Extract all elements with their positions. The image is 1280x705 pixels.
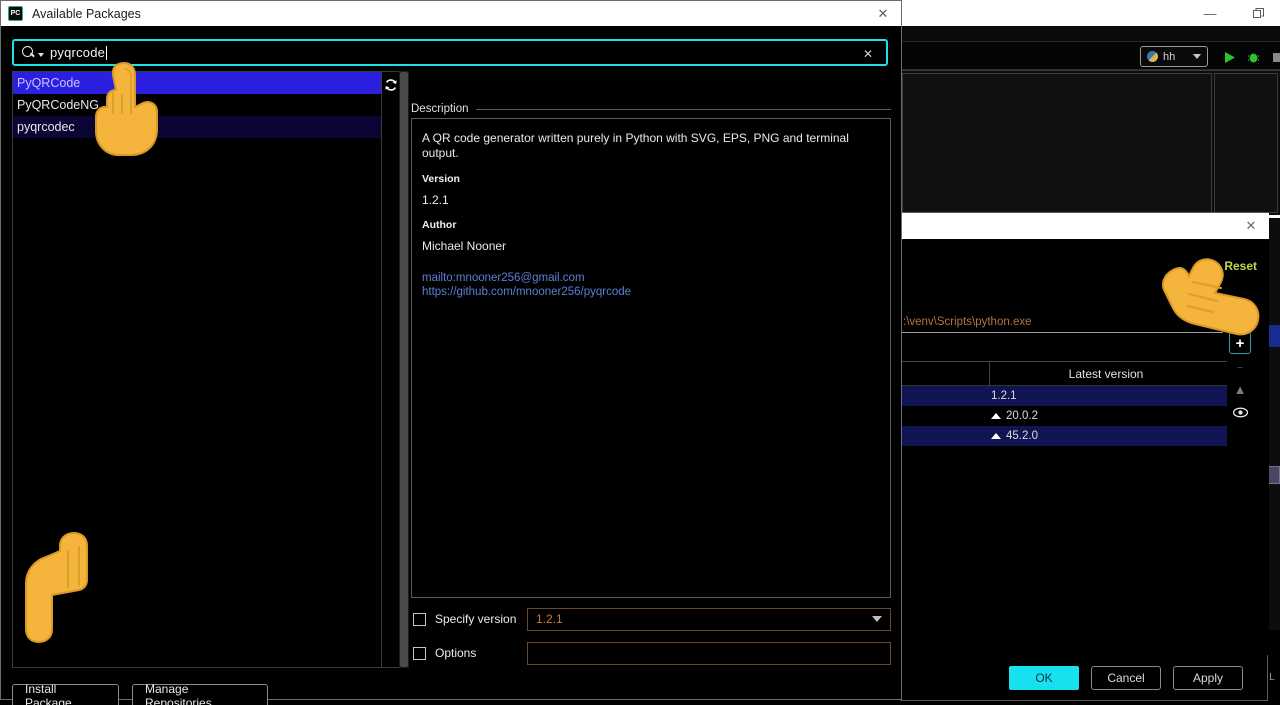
scrollbar-thumb[interactable] xyxy=(400,72,408,667)
package-summary: A QR code generator written purely in Py… xyxy=(422,131,880,161)
close-icon[interactable]: ✕ xyxy=(1241,217,1261,235)
reset-link[interactable]: Reset xyxy=(1224,259,1257,273)
version-select[interactable]: 1.2.1 xyxy=(527,608,891,631)
interpreter-row: :\venv\Scripts\python.exe xyxy=(901,311,1269,335)
ide-editor-pane[interactable] xyxy=(902,73,1212,213)
options-checkbox[interactable] xyxy=(413,647,426,660)
version-text: 1.2.1 xyxy=(991,390,1017,402)
minimize-icon[interactable]: — xyxy=(1190,0,1230,26)
installed-packages-table: Latest version 1.2.1 20.0.2 45.2.0 xyxy=(901,361,1227,653)
version-label: Version xyxy=(422,173,880,185)
maximize-icon[interactable] xyxy=(1238,0,1278,26)
search-input[interactable]: pyqrcode ✕ xyxy=(12,39,888,66)
add-package-icon[interactable]: + xyxy=(1229,332,1251,354)
version-cell: 20.0.2 xyxy=(991,410,1038,422)
options-input[interactable] xyxy=(527,642,891,665)
available-packages-dialog: PC Available Packages ✕ pyqrcode ✕ PyQRC… xyxy=(0,0,902,700)
description-group: Description A QR code generator written … xyxy=(411,102,891,598)
ok-button[interactable]: OK xyxy=(1009,666,1079,690)
options-row: Options xyxy=(413,641,891,665)
ide-title-bar: — xyxy=(900,0,1280,26)
settings-body: Reset :\venv\Scripts\python.exe Latest v… xyxy=(901,239,1269,653)
package-list-scrollbar[interactable] xyxy=(399,71,409,668)
version-text: 20.0.2 xyxy=(1006,410,1038,422)
list-item[interactable]: PyQRCodeNG xyxy=(13,94,381,116)
package-name: pyqrcodec xyxy=(17,120,75,134)
dialog-body: pyqrcode ✕ PyQRCode PyQRCodeNG pyqrcodec D… xyxy=(1,26,901,699)
package-list[interactable]: PyQRCode PyQRCodeNG pyqrcodec xyxy=(12,71,382,668)
pycharm-logo-icon: PC xyxy=(8,6,23,21)
table-row[interactable]: 20.0.2 xyxy=(901,406,1227,426)
upgrade-available-icon xyxy=(991,413,1001,419)
legend-divider xyxy=(476,109,891,110)
run-icon[interactable] xyxy=(1220,48,1238,66)
ide-menu-bar xyxy=(900,26,1280,42)
author-label: Author xyxy=(422,219,880,231)
description-legend-label: Description xyxy=(411,103,469,115)
package-link[interactable]: mailto:mnooner256@gmail.com xyxy=(422,271,880,285)
list-item[interactable]: pyqrcodec xyxy=(13,116,381,138)
project-interpreter-dialog: ✕ Reset :\venv\Scripts\python.exe Latest… xyxy=(900,212,1268,652)
author-value: Michael Nooner xyxy=(422,239,880,253)
version-cell: 1.2.1 xyxy=(991,390,1017,402)
package-actions-toolbar: + − ▲ xyxy=(1228,332,1252,432)
refresh-column xyxy=(382,71,399,668)
install-package-button[interactable]: Install Package xyxy=(12,684,119,705)
manage-repositories-button[interactable]: Manage Repositories xyxy=(132,684,268,705)
upgrade-package-icon[interactable]: ▲ xyxy=(1229,378,1251,400)
table-row[interactable]: 1.2.1 xyxy=(901,386,1227,406)
gear-icon[interactable] xyxy=(1227,311,1249,333)
text-caret xyxy=(106,46,107,60)
specify-version-row: Specify version 1.2.1 xyxy=(413,607,891,631)
description-box: A QR code generator written purely in Py… xyxy=(411,118,891,598)
ide-toolbar: hh xyxy=(900,42,1280,70)
interpreter-path-field[interactable]: :\venv\Scripts\python.exe xyxy=(901,311,1223,333)
screen: — hh n xyxy=(0,0,1280,705)
column-header-latest-version[interactable]: Latest version xyxy=(901,362,1227,386)
chevron-down-icon xyxy=(1193,54,1201,59)
specify-version-label: Specify version xyxy=(435,612,527,626)
package-links: mailto:mnooner256@gmail.comhttps://githu… xyxy=(422,271,880,300)
cancel-button[interactable]: Cancel xyxy=(1091,666,1161,690)
dialog-title: Available Packages xyxy=(32,7,141,21)
version-cell: 45.2.0 xyxy=(991,430,1038,442)
show-early-releases-icon[interactable] xyxy=(1229,400,1251,424)
chevron-down-icon xyxy=(872,616,882,622)
debug-icon[interactable] xyxy=(1244,48,1262,66)
table-header: Latest version xyxy=(901,362,1227,386)
clear-search-icon[interactable]: ✕ xyxy=(860,46,876,62)
package-name: PyQRCodeNG xyxy=(17,98,99,112)
specify-version-checkbox[interactable] xyxy=(413,613,426,626)
options-label: Options xyxy=(435,646,527,660)
version-text: 45.2.0 xyxy=(1006,430,1038,442)
ide-side-pane xyxy=(1214,73,1278,213)
remove-package-icon[interactable]: − xyxy=(1229,358,1251,378)
run-config-label: hh xyxy=(1163,51,1175,63)
list-item[interactable]: PyQRCode xyxy=(13,72,381,94)
table-row[interactable]: 45.2.0 xyxy=(901,426,1227,446)
refresh-icon[interactable] xyxy=(383,77,398,92)
settings-title-bar: ✕ xyxy=(901,213,1269,239)
upgrade-available-icon xyxy=(991,433,1001,439)
settings-footer: OK Cancel Apply xyxy=(900,655,1268,701)
apply-button[interactable]: Apply xyxy=(1173,666,1243,690)
stop-icon[interactable] xyxy=(1268,48,1280,66)
run-configuration-selector[interactable]: hh xyxy=(1140,46,1208,67)
chevron-down-icon xyxy=(38,53,44,57)
ide-selection-chip xyxy=(1268,325,1280,347)
python-icon xyxy=(1147,51,1158,62)
dialog-title-bar: PC Available Packages ✕ xyxy=(1,1,901,26)
search-icon xyxy=(22,46,35,59)
description-legend: Description xyxy=(411,102,891,116)
close-icon[interactable]: ✕ xyxy=(873,5,893,22)
table-body: 1.2.1 20.0.2 45.2.0 xyxy=(901,386,1227,446)
search-value: pyqrcode xyxy=(50,45,105,60)
version-value: 1.2.1 xyxy=(422,193,880,207)
package-link[interactable]: https://github.com/mnooner256/pyqrcode xyxy=(422,285,880,299)
version-select-value: 1.2.1 xyxy=(536,612,563,626)
package-name: PyQRCode xyxy=(17,76,80,90)
